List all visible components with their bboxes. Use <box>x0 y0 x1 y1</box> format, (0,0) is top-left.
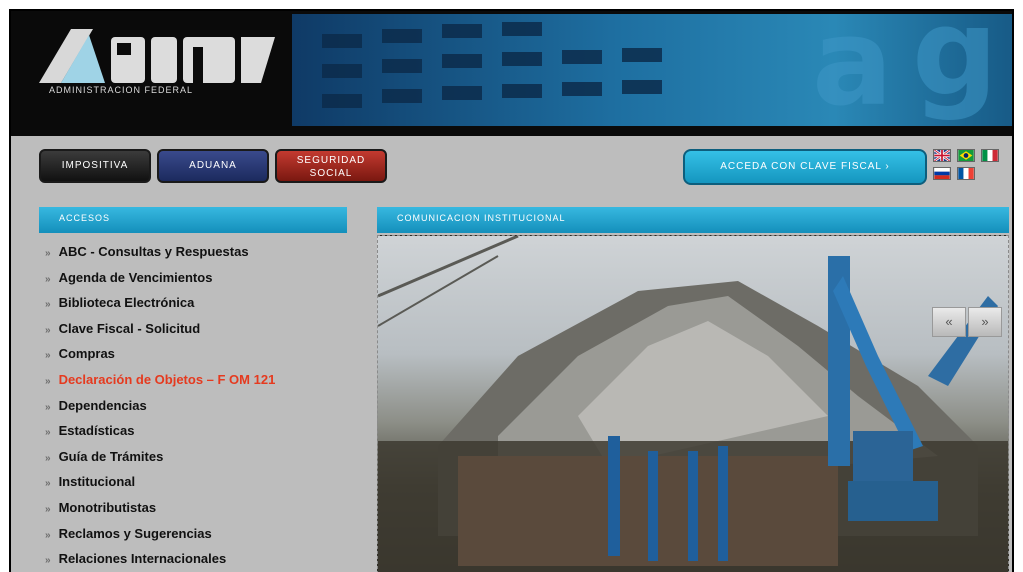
logo-subtitle: ADMINISTRACION FEDERAL <box>49 85 194 95</box>
comunicacion-institucional-header: COMUNICACION INSTITUCIONAL <box>377 207 1009 233</box>
header-banner-image: a g <box>292 14 1012 126</box>
clave-fiscal-button[interactable]: ACCEDA CON CLAVE FISCAL › <box>683 149 927 185</box>
menu-item-label: Reclamos y Sugerencias <box>58 525 212 541</box>
page-frame: ADMINISTRACION FEDERAL a g IMPOSITIVA AD… <box>9 9 1014 572</box>
italy-flag-icon[interactable] <box>981 149 999 162</box>
menu-item-label: Clave Fiscal - Solicitud <box>58 320 201 336</box>
seguridad-social-button[interactable]: SEGURIDAD SOCIAL <box>275 149 387 183</box>
menu-item[interactable]: » ABC - Consultas y Respuestas <box>39 239 359 265</box>
language-flags <box>933 149 1005 185</box>
menu-item[interactable]: » Monotributistas <box>39 495 359 521</box>
menu-bullet-icon: » <box>45 324 51 336</box>
menu-item-label: Agenda de Vencimientos <box>58 269 213 285</box>
menu-item[interactable]: » Guía de Trámites <box>39 444 359 470</box>
menu-item[interactable]: » Compras <box>39 341 359 367</box>
menu-item-label: Estadísticas <box>58 423 135 439</box>
menu-item-label: Declaración de Objetos – F OM 121 <box>58 371 276 387</box>
menu-item[interactable]: » Biblioteca Electrónica <box>39 290 359 316</box>
header: ADMINISTRACION FEDERAL a g <box>11 11 1012 136</box>
institutional-photo <box>377 235 1009 572</box>
slideshow-next-button[interactable]: » <box>968 307 1002 337</box>
menu-bullet-icon: » <box>45 452 51 464</box>
scrap-yard-photo <box>378 236 1008 572</box>
menu-item[interactable]: » Relaciones Internacionales <box>39 546 359 572</box>
menu-item[interactable]: » Institucional <box>39 469 359 495</box>
accesos-header: ACCESOS <box>39 207 347 233</box>
impositiva-button[interactable]: IMPOSITIVA <box>39 149 151 183</box>
menu-item[interactable]: » Clave Fiscal - Solicitud <box>39 316 359 342</box>
menu-bullet-icon: » <box>45 401 51 413</box>
afip-logo[interactable] <box>31 21 281 121</box>
menu-bullet-icon: » <box>45 375 51 387</box>
slideshow-prev-button[interactable]: « <box>932 307 966 337</box>
menu-bullet-icon: » <box>45 529 51 541</box>
accesos-menu: » ABC - Consultas y Respuestas » Agenda de … <box>39 239 359 572</box>
menu-item-label: Guía de Trámites <box>58 448 164 464</box>
menu-item[interactable]: » Dependencias <box>39 393 359 419</box>
menu-bullet-icon: » <box>45 503 51 515</box>
brazil-flag-icon[interactable] <box>957 149 975 162</box>
france-flag-icon[interactable] <box>957 167 975 180</box>
menu-item-label: Institucional <box>58 474 136 490</box>
aduana-button[interactable]: ADUANA <box>157 149 269 183</box>
menu-bullet-icon: » <box>45 350 51 362</box>
menu-item-label: Biblioteca Electrónica <box>58 295 195 311</box>
menu-item[interactable]: » Estadísticas <box>39 418 359 444</box>
menu-item[interactable]: » Reclamos y Sugerencias <box>39 521 359 547</box>
menu-item[interactable]: » Agenda de Vencimientos <box>39 265 359 291</box>
russia-flag-icon[interactable] <box>933 167 951 180</box>
menu-bullet-icon: » <box>45 555 51 567</box>
menu-bullet-icon: » <box>45 478 51 490</box>
menu-bullet-icon: » <box>45 248 51 259</box>
menu-item-label: ABC - Consultas y Respuestas <box>58 244 249 259</box>
menu-item-label: Compras <box>58 346 115 362</box>
menu-item[interactable]: » Declaración de Objetos – F OM 121 <box>39 367 359 393</box>
menu-item-label: Dependencias <box>58 397 147 413</box>
menu-bullet-icon: » <box>45 427 51 439</box>
menu-bullet-icon: » <box>45 299 51 311</box>
menu-item-label: Relaciones Internacionales <box>58 551 227 567</box>
menu-bullet-icon: » <box>45 273 51 285</box>
uk-flag-icon[interactable] <box>933 149 951 162</box>
menu-item-label: Monotributistas <box>58 499 157 515</box>
